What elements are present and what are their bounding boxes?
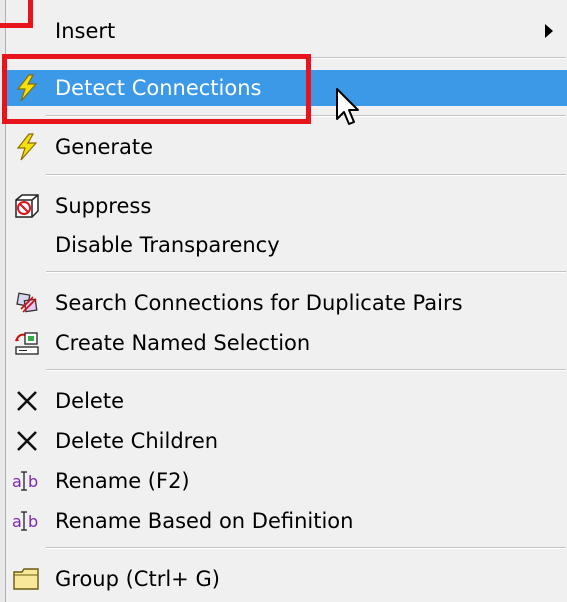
menu-item-label: Detect Connections	[55, 76, 262, 100]
menu-separator	[46, 369, 566, 371]
menu-item-label: Search Connections for Duplicate Pairs	[55, 291, 463, 315]
svg-text:a: a	[12, 472, 22, 491]
menu-item-label: Disable Transparency	[55, 233, 280, 257]
context-menu: Insert Detect Connections Generate Suppr…	[6, 0, 567, 602]
svg-text:b: b	[28, 472, 38, 491]
menu-item-detect-connections[interactable]: Detect Connections	[6, 70, 567, 106]
menu-separator	[46, 547, 566, 549]
screenshot-stage: Insert Detect Connections Generate Suppr…	[0, 0, 567, 602]
menu-separator	[46, 57, 566, 59]
menu-separator	[46, 271, 566, 273]
menu-item-label: Insert	[55, 19, 116, 43]
menu-item-label: Create Named Selection	[55, 331, 311, 355]
mouse-cursor-icon	[335, 87, 361, 131]
menu-item-suppress[interactable]: Suppress	[6, 188, 567, 224]
lightning-icon	[12, 133, 42, 161]
menu-item-label: Rename Based on Definition	[55, 509, 354, 533]
menu-item-label: Delete	[55, 389, 124, 413]
menu-item-search-duplicate-pairs[interactable]: Search Connections for Duplicate Pairs	[6, 285, 567, 321]
lightning-icon	[12, 74, 42, 102]
menu-item-delete-children[interactable]: Delete Children	[6, 423, 567, 459]
menu-item-delete[interactable]: Delete	[6, 383, 567, 419]
menu-separator	[46, 115, 566, 117]
menu-item-label: Generate	[55, 135, 154, 159]
svg-text:a: a	[12, 512, 22, 531]
named-selection-icon	[12, 329, 42, 357]
svg-text:b: b	[28, 512, 38, 531]
search-duplicate-icon	[12, 289, 42, 317]
folder-icon	[12, 565, 42, 593]
menu-item-label: Suppress	[55, 194, 152, 218]
menu-item-label: Delete Children	[55, 429, 219, 453]
rename-icon: a b	[12, 467, 42, 495]
menu-item-create-named-selection[interactable]: Create Named Selection	[6, 325, 567, 361]
menu-item-rename[interactable]: a b Rename (F2)	[6, 463, 567, 499]
delete-x-icon	[12, 427, 42, 455]
menu-item-group[interactable]: Group (Ctrl+ G)	[6, 561, 567, 597]
menu-item-label: Group (Ctrl+ G)	[55, 567, 220, 591]
menu-item-generate[interactable]: Generate	[6, 129, 567, 165]
suppress-icon	[12, 192, 42, 220]
rename-icon: a b	[12, 507, 42, 535]
submenu-arrow-icon	[545, 24, 553, 38]
menu-item-insert[interactable]: Insert	[6, 13, 567, 49]
menu-item-disable-transparency[interactable]: Disable Transparency	[6, 227, 567, 263]
delete-x-icon	[12, 387, 42, 415]
menu-separator	[46, 174, 566, 176]
menu-item-label: Rename (F2)	[55, 469, 190, 493]
menu-item-rename-based-on-definition[interactable]: a b Rename Based on Definition	[6, 503, 567, 539]
